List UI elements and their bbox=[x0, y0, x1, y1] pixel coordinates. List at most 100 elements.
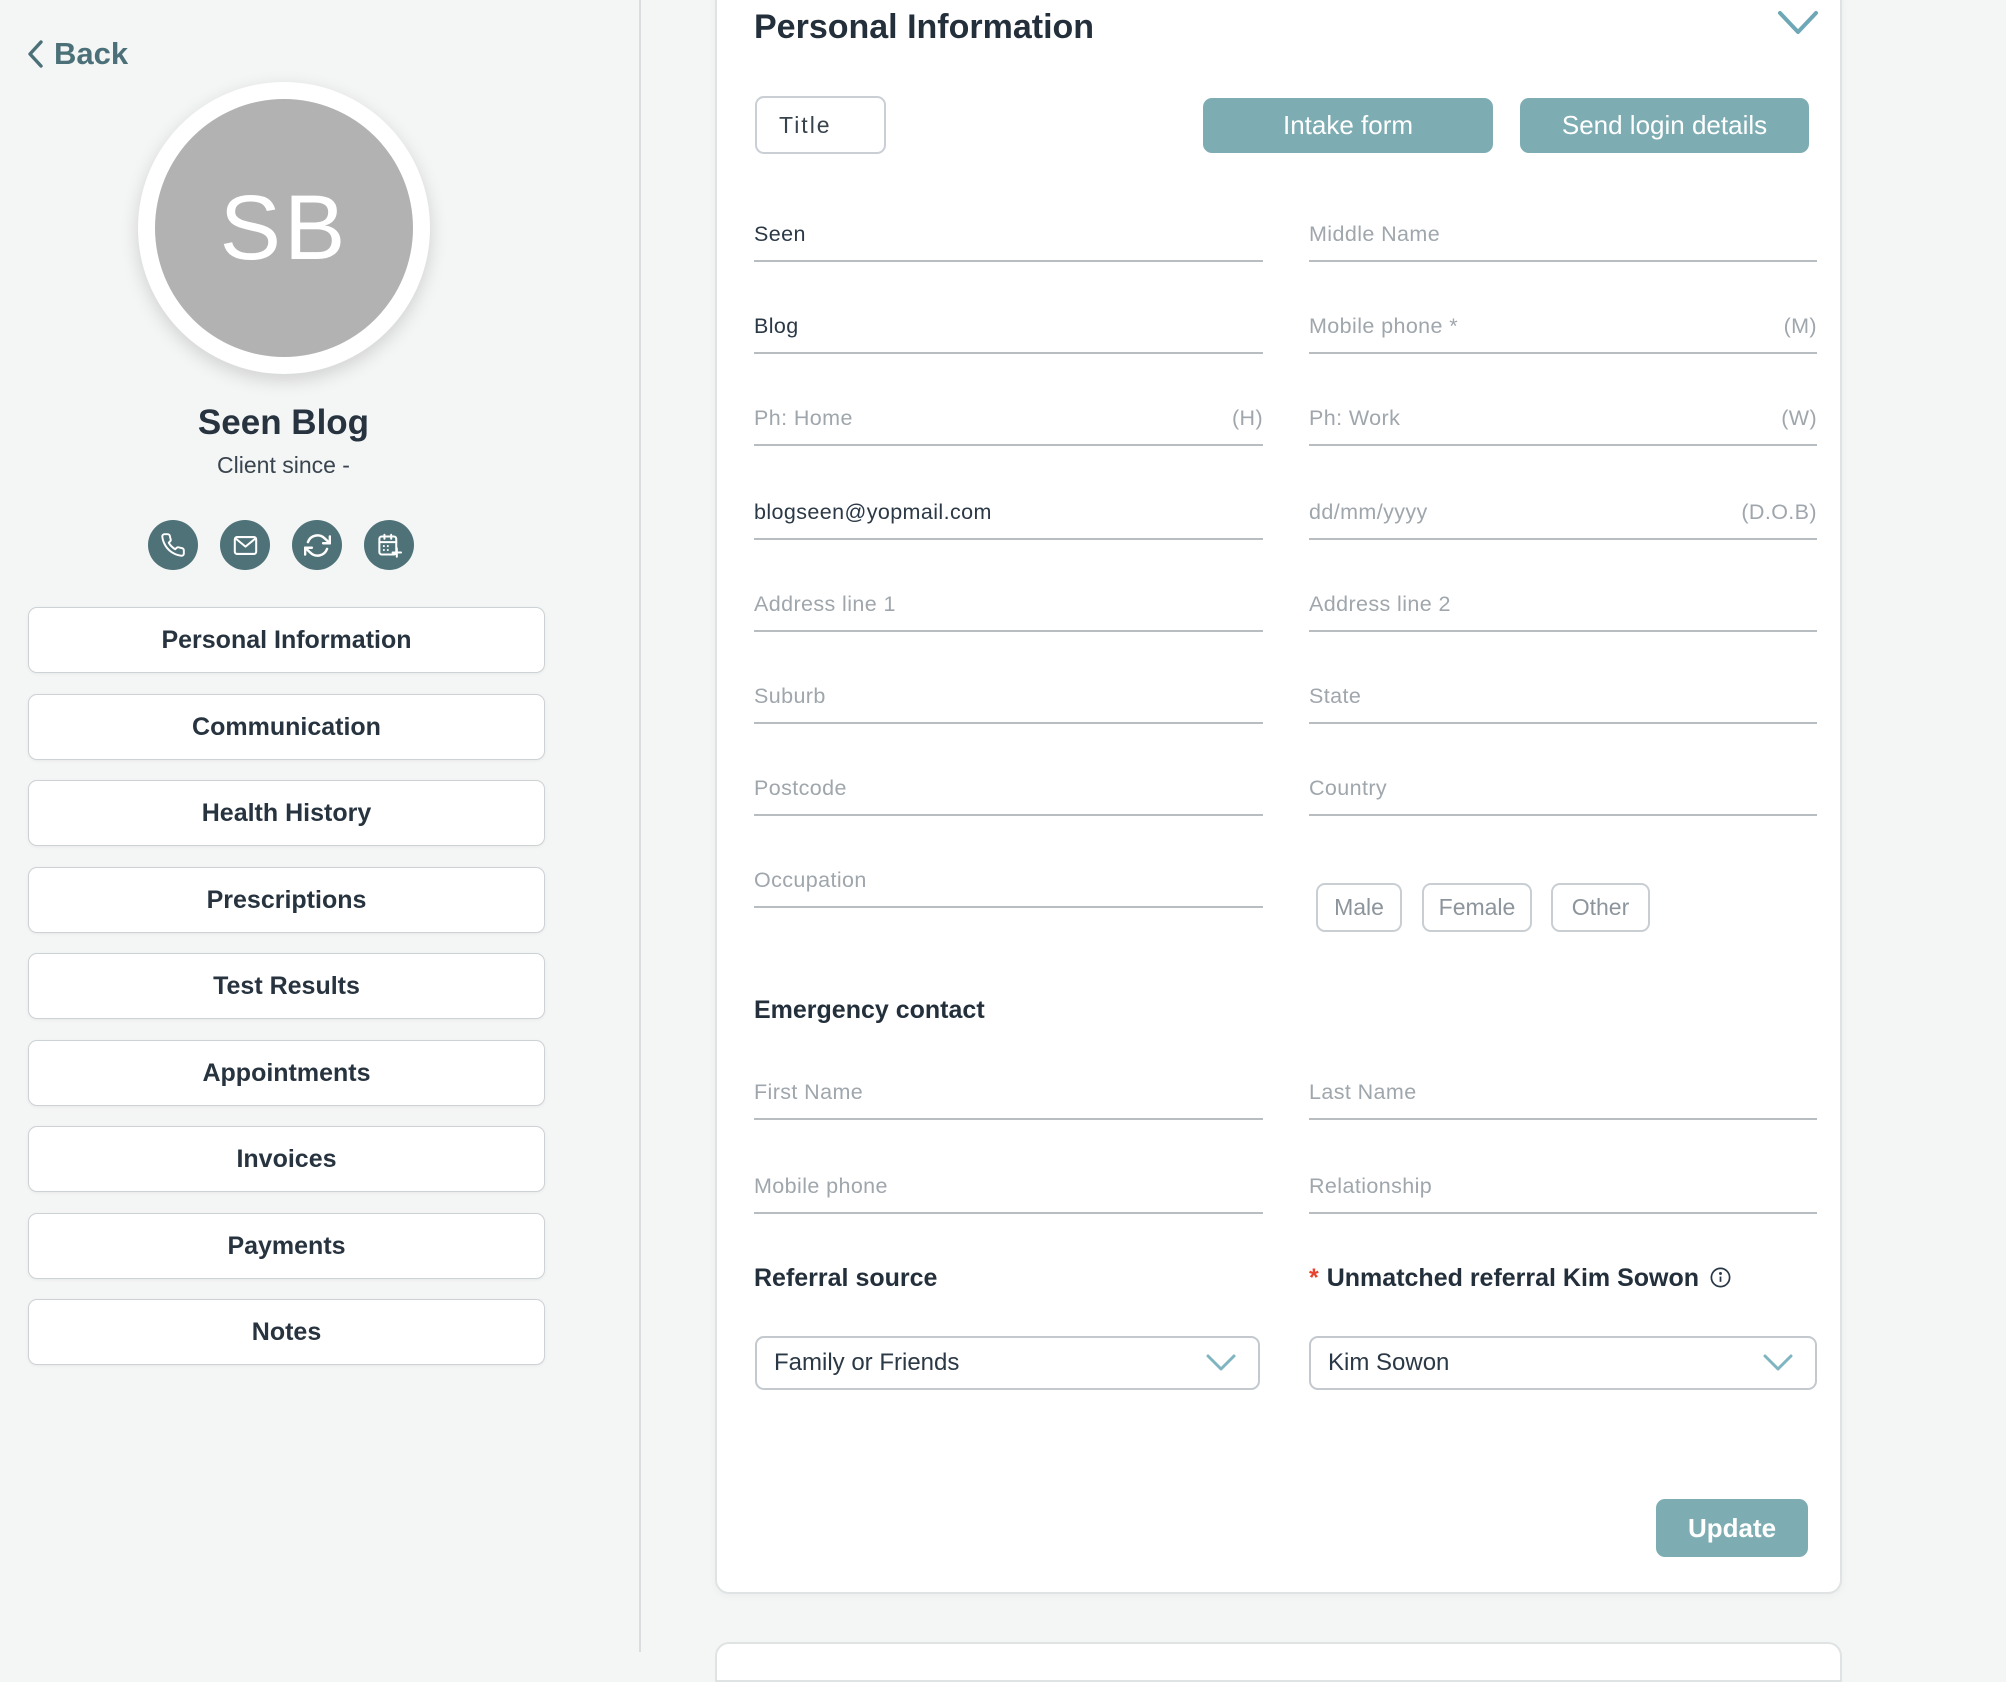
sidebar-item-notes[interactable]: Notes bbox=[28, 1299, 545, 1365]
sidebar-item-label: Health History bbox=[202, 799, 371, 828]
field-suffix: (H) bbox=[1232, 406, 1263, 431]
emergency-last-name-field[interactable]: Last Name bbox=[1309, 1060, 1817, 1120]
field-placeholder: Occupation bbox=[754, 868, 867, 893]
emergency-contact-heading: Emergency contact bbox=[754, 996, 985, 1025]
postcode-field[interactable]: Postcode bbox=[754, 756, 1263, 816]
field-placeholder: Middle Name bbox=[1309, 222, 1440, 247]
gender-female-button[interactable]: Female bbox=[1422, 883, 1532, 932]
referral-source-label: Referral source bbox=[754, 1264, 937, 1293]
avatar-initials: SB bbox=[155, 99, 413, 357]
send-login-details-button[interactable]: Send login details bbox=[1520, 98, 1809, 153]
email-icon bbox=[232, 532, 259, 559]
home-phone-field[interactable]: Ph: Home (H) bbox=[754, 386, 1263, 446]
occupation-field[interactable]: Occupation bbox=[754, 848, 1263, 908]
emergency-mobile-phone-field[interactable]: Mobile phone bbox=[754, 1154, 1263, 1214]
field-placeholder: Suburb bbox=[754, 684, 826, 709]
sidebar-item-communication[interactable]: Communication bbox=[28, 694, 545, 760]
send-login-label: Send login details bbox=[1562, 110, 1767, 141]
intake-form-button[interactable]: Intake form bbox=[1203, 98, 1493, 153]
field-placeholder: Relationship bbox=[1309, 1174, 1432, 1199]
field-placeholder: Ph: Work bbox=[1309, 406, 1400, 431]
email-client-button[interactable] bbox=[220, 520, 270, 570]
sidebar-item-health-history[interactable]: Health History bbox=[28, 780, 545, 846]
back-label: Back bbox=[54, 36, 128, 72]
sidebar-item-label: Prescriptions bbox=[207, 886, 367, 915]
sidebar-item-label: Payments bbox=[227, 1232, 345, 1261]
update-button[interactable]: Update bbox=[1656, 1499, 1808, 1557]
address-line-1-field[interactable]: Address line 1 bbox=[754, 572, 1263, 632]
field-value: Seen bbox=[754, 222, 806, 247]
sidebar-item-test-results[interactable]: Test Results bbox=[28, 953, 545, 1019]
field-placeholder: Postcode bbox=[754, 776, 847, 801]
chevron-down-icon bbox=[1206, 1354, 1236, 1372]
sidebar-item-personal-information[interactable]: Personal Information bbox=[28, 607, 545, 673]
phone-icon bbox=[160, 532, 186, 558]
gender-other-button[interactable]: Other bbox=[1551, 883, 1650, 932]
sidebar-item-invoices[interactable]: Invoices bbox=[28, 1126, 545, 1192]
last-name-field[interactable]: Blog bbox=[754, 294, 1263, 354]
state-field[interactable]: State bbox=[1309, 664, 1817, 724]
work-phone-field[interactable]: Ph: Work (W) bbox=[1309, 386, 1817, 446]
field-placeholder: dd/mm/yyyy bbox=[1309, 500, 1428, 525]
field-placeholder: Mobile phone * bbox=[1309, 314, 1458, 339]
sidebar-item-prescriptions[interactable]: Prescriptions bbox=[28, 867, 545, 933]
referral-source-value: Family or Friends bbox=[774, 1349, 959, 1377]
sidebar-item-payments[interactable]: Payments bbox=[28, 1213, 545, 1279]
title-input[interactable]: Title bbox=[755, 96, 886, 154]
field-suffix: (D.O.B) bbox=[1741, 500, 1817, 525]
sidebar-item-appointments[interactable]: Appointments bbox=[28, 1040, 545, 1106]
chevron-down-icon bbox=[1763, 1354, 1793, 1372]
first-name-field[interactable]: Seen bbox=[754, 202, 1263, 262]
sidebar-item-label: Appointments bbox=[202, 1059, 370, 1088]
chevron-left-icon bbox=[26, 39, 44, 69]
panel-title: Personal Information bbox=[754, 8, 1094, 47]
update-label: Update bbox=[1688, 1513, 1776, 1543]
back-link[interactable]: Back bbox=[26, 36, 128, 72]
personal-information-panel: Personal Information Title Intake form S… bbox=[715, 0, 1842, 1594]
call-client-button[interactable] bbox=[148, 520, 198, 570]
chevron-down-icon bbox=[1777, 10, 1819, 36]
emergency-first-name-field[interactable]: First Name bbox=[754, 1060, 1263, 1120]
sidebar-item-label: Notes bbox=[252, 1318, 321, 1347]
middle-name-field[interactable]: Middle Name bbox=[1309, 202, 1817, 262]
date-of-birth-field[interactable]: dd/mm/yyyy (D.O.B) bbox=[1309, 480, 1817, 540]
intake-form-label: Intake form bbox=[1283, 110, 1413, 141]
field-value: blogseen@yopmail.com bbox=[754, 500, 992, 525]
address-line-2-field[interactable]: Address line 2 bbox=[1309, 572, 1817, 632]
sidebar-item-label: Invoices bbox=[236, 1145, 336, 1174]
referral-person-select[interactable]: Kim Sowon bbox=[1309, 1336, 1817, 1390]
sidebar-item-label: Communication bbox=[192, 713, 381, 742]
gender-male-button[interactable]: Male bbox=[1316, 883, 1402, 932]
email-field[interactable]: blogseen@yopmail.com bbox=[754, 480, 1263, 540]
referral-source-select[interactable]: Family or Friends bbox=[755, 1336, 1260, 1390]
referral-person-value: Kim Sowon bbox=[1328, 1349, 1449, 1377]
title-input-value: Title bbox=[779, 112, 832, 139]
collapse-section-button[interactable] bbox=[1777, 10, 1819, 41]
suburb-field[interactable]: Suburb bbox=[754, 664, 1263, 724]
client-name: Seen Blog bbox=[0, 403, 567, 443]
new-appointment-button[interactable] bbox=[364, 520, 414, 570]
field-placeholder: State bbox=[1309, 684, 1361, 709]
field-placeholder: Ph: Home bbox=[754, 406, 853, 431]
unmatched-referral-text: Unmatched referral Kim Sowon bbox=[1327, 1264, 1699, 1292]
field-placeholder: Last Name bbox=[1309, 1080, 1417, 1105]
mobile-phone-field[interactable]: Mobile phone *(M) bbox=[1309, 294, 1817, 354]
field-placeholder: Country bbox=[1309, 776, 1387, 801]
sidebar-item-label: Personal Information bbox=[161, 626, 411, 655]
field-value: Blog bbox=[754, 314, 799, 339]
sidebar-divider bbox=[639, 0, 641, 1652]
sync-client-button[interactable] bbox=[292, 520, 342, 570]
sync-icon bbox=[304, 532, 331, 559]
field-suffix: (W) bbox=[1781, 406, 1817, 431]
field-placeholder: Address line 2 bbox=[1309, 592, 1451, 617]
field-placeholder: First Name bbox=[754, 1080, 863, 1105]
emergency-relationship-field[interactable]: Relationship bbox=[1309, 1154, 1817, 1214]
gender-male-label: Male bbox=[1334, 894, 1384, 921]
country-field[interactable]: Country bbox=[1309, 756, 1817, 816]
required-asterisk: * bbox=[1309, 1264, 1319, 1292]
info-icon[interactable] bbox=[1709, 1266, 1732, 1296]
next-section-panel bbox=[715, 1642, 1842, 1682]
unmatched-referral-label: * Unmatched referral Kim Sowon bbox=[1309, 1264, 1732, 1296]
field-placeholder: Address line 1 bbox=[754, 592, 896, 617]
calendar-add-icon bbox=[376, 532, 403, 559]
